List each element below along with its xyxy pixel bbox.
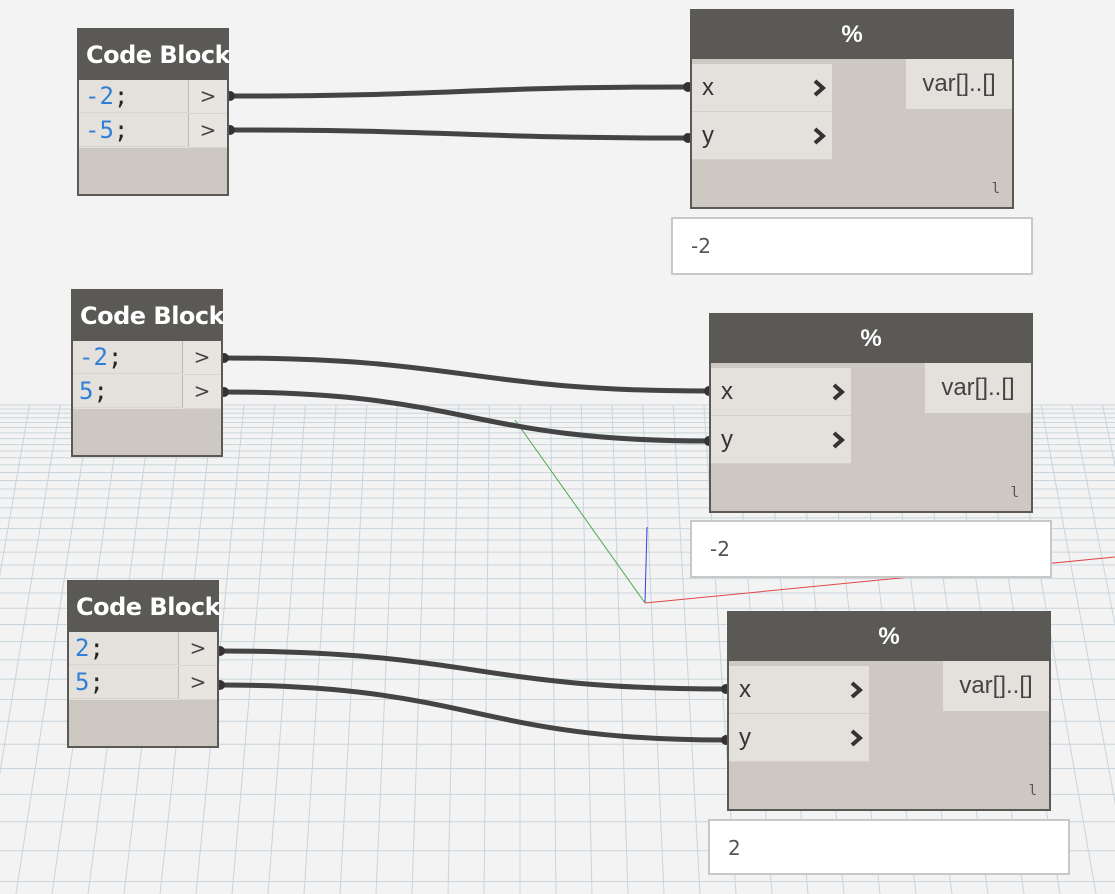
chevron-right-icon [813,127,826,145]
input-port-y[interactable]: y [729,714,869,762]
code-line-2[interactable]: 5; > [69,666,217,700]
code-line-text[interactable]: 5; [69,666,179,699]
code-line-1[interactable]: -2; > [73,341,221,375]
code-block-node-3[interactable]: Code Block 2; > 5; > [67,580,221,748]
modulo-node-1[interactable]: % x y var[]..[] l [690,9,1014,209]
output-port[interactable]: > [179,632,217,666]
preview-bubble: -2 [671,217,1033,275]
modulo-node-3[interactable]: % x y var[]..[] l [727,611,1051,811]
output-port[interactable]: > [183,341,221,375]
code-block-node-1[interactable]: Code Block -2; > -5; > [77,28,231,196]
code-line-text[interactable]: 5; [73,375,183,408]
output-port[interactable]: > [179,666,217,700]
chevron-right-icon [850,729,863,747]
node-title[interactable]: % [692,11,1012,59]
lacing-indicator[interactable]: l [992,181,1000,197]
output-port[interactable]: var[]..[] [925,363,1031,413]
input-label: x [739,676,751,703]
output-port[interactable]: > [189,80,227,114]
node-title[interactable]: % [711,315,1031,363]
semicolon: ; [89,634,104,662]
number-literal: -5 [85,116,114,144]
code-block-node-2[interactable]: Code Block -2; > 5; > [71,289,225,457]
input-label: x [721,378,733,405]
modulo-node-2[interactable]: % x y var[]..[] l [709,313,1033,513]
number-literal: -2 [79,343,108,371]
chevron-right-icon [850,681,863,699]
number-literal: 5 [79,377,94,405]
number-literal: 5 [75,668,90,696]
chevron-right-icon [832,383,845,401]
input-port-x[interactable]: x [711,368,851,416]
code-line-text[interactable]: -2; [79,80,189,113]
chevron-right-icon [813,79,826,97]
code-line-text[interactable]: 2; [69,632,179,665]
node-title[interactable]: % [729,613,1049,661]
output-port[interactable]: var[]..[] [943,661,1049,711]
lacing-indicator[interactable]: l [1029,783,1037,799]
semicolon: ; [89,668,104,696]
preview-bubble: -2 [690,520,1052,578]
output-port[interactable]: > [189,114,227,148]
input-port-y[interactable]: y [692,112,832,160]
number-literal: -2 [85,82,114,110]
code-line-2[interactable]: -5; > [79,114,227,148]
code-line-text[interactable]: -5; [79,114,189,147]
number-literal: 2 [75,634,90,662]
input-port-x[interactable]: x [692,64,832,112]
input-label: y [739,724,751,751]
code-line-1[interactable]: 2; > [69,632,217,666]
code-block-title[interactable]: Code Block [69,582,221,632]
lacing-indicator[interactable]: l [1011,485,1019,501]
code-line-2[interactable]: 5; > [73,375,221,409]
code-block-title[interactable]: Code Block [79,30,231,80]
preview-bubble: 2 [708,819,1070,875]
semicolon: ; [107,343,123,371]
chevron-right-icon [832,431,845,449]
semicolon: ; [93,377,108,405]
semicolon: ; [113,116,129,144]
input-label: y [702,122,714,149]
output-port[interactable]: > [183,375,221,409]
code-line-text[interactable]: -2; [73,341,183,374]
input-label: y [721,426,733,453]
input-port-y[interactable]: y [711,416,851,464]
code-block-title[interactable]: Code Block [73,291,225,341]
input-port-x[interactable]: x [729,666,869,714]
output-port[interactable]: var[]..[] [906,59,1012,109]
code-line-1[interactable]: -2; > [79,80,227,114]
input-label: x [702,74,714,101]
semicolon: ; [113,82,129,110]
